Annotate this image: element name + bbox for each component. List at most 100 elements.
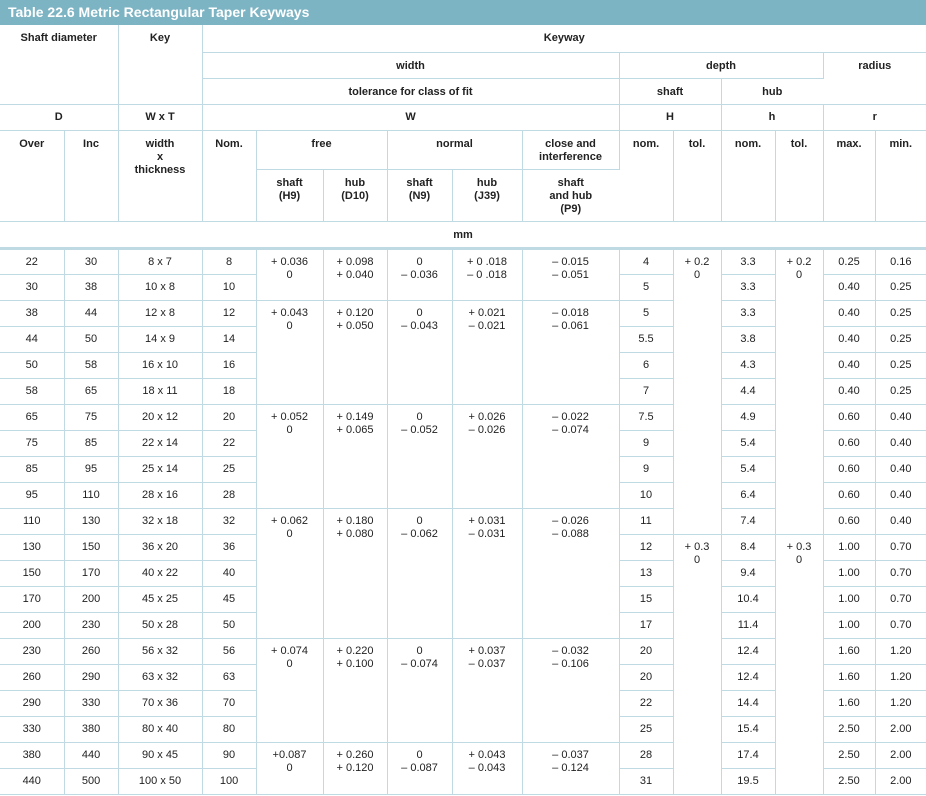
- cell-rmax: 0.40: [823, 326, 876, 353]
- cell-shaft-tol: + 0.2 0: [673, 248, 722, 535]
- tol-p9-line2: – 0.061: [552, 319, 589, 332]
- tol-d10-line2: + 0.080: [336, 527, 374, 540]
- cell-over: 290: [0, 690, 65, 717]
- cell-nom: 50: [202, 612, 257, 639]
- cell-rmin: 1.20: [875, 690, 926, 717]
- cell-key: 90 x 45: [118, 742, 203, 769]
- tol-h9-line1: +0.087: [272, 748, 307, 761]
- tol-j39-line2: – 0.043: [468, 761, 506, 774]
- tol-h9-line2: 0: [286, 527, 293, 540]
- tol-p9-line1: – 0.022: [552, 410, 589, 423]
- table-row: 22 30 8 x 7 8 + 0.036 0 + 0.098 + 0.040 0– 0.036…: [0, 248, 926, 535]
- header-p9-l2: and hub: [549, 189, 593, 202]
- cell-over: 150: [0, 560, 65, 587]
- cell-tol-d10: + 0.120 + 0.050: [323, 300, 388, 405]
- header-d10: hub (D10): [323, 169, 388, 222]
- cell-tol-p9: – 0.018– 0.061: [522, 300, 620, 405]
- cell-nom: 22: [202, 430, 257, 457]
- cell-shaft-depth: 9: [619, 430, 674, 457]
- cell-rmin: 0.70: [875, 560, 926, 587]
- header-radius: radius: [823, 52, 926, 105]
- cell-nom: 8: [202, 248, 257, 275]
- cell-shaft-depth: 5: [619, 274, 674, 301]
- cell-rmin: 0.70: [875, 612, 926, 639]
- tol-d10-line2: + 0.050: [336, 319, 374, 332]
- cell-rmin: 0.40: [875, 404, 926, 431]
- cell-tol-d10: + 0.180 + 0.080: [323, 508, 388, 639]
- header-shaft-tol: tol.: [673, 130, 722, 222]
- cell-inc: 440: [64, 742, 119, 769]
- cell-shaft-depth: 4: [619, 248, 674, 275]
- cell-hub-depth: 3.3: [721, 300, 776, 327]
- header-n9: shaft (N9): [387, 169, 453, 222]
- cell-shaft-depth: 22: [619, 690, 674, 717]
- tol-d10-line1: + 0.180: [336, 514, 374, 527]
- cell-key: 100 x 50: [118, 768, 203, 795]
- cell-inc: 130: [64, 508, 119, 535]
- tol-j39-line2: – 0.021: [468, 319, 506, 332]
- header-inc: Inc: [64, 130, 119, 222]
- cell-nom: 10: [202, 274, 257, 301]
- header-d10-l1: hub: [344, 176, 366, 189]
- cell-nom: 36: [202, 534, 257, 561]
- cell-tol-h9: + 0.074 0: [256, 638, 324, 743]
- cell-shaft-depth: 10: [619, 482, 674, 509]
- cell-rmax: 0.60: [823, 508, 876, 535]
- hub-tol-line1: + 0.3: [786, 540, 812, 553]
- tol-p9-line1: – 0.018: [552, 306, 589, 319]
- cell-rmax: 0.60: [823, 456, 876, 483]
- cell-hub-depth: 12.4: [721, 638, 776, 665]
- header-max: max.: [823, 130, 876, 222]
- cell-shaft-depth: 20: [619, 664, 674, 691]
- tol-p9-line2: – 0.074: [552, 423, 589, 436]
- tol-d10-line1: + 0.260: [336, 748, 374, 761]
- cell-nom: 18: [202, 378, 257, 405]
- header-nom: Nom.: [202, 130, 257, 222]
- cell-shaft-depth: 17: [619, 612, 674, 639]
- cell-nom: 45: [202, 586, 257, 613]
- cell-hub-depth: 11.4: [721, 612, 776, 639]
- cell-nom: 100: [202, 768, 257, 795]
- tol-n9-line2: – 0.087: [401, 761, 438, 774]
- cell-over: 44: [0, 326, 65, 353]
- cell-inc: 85: [64, 430, 119, 457]
- cell-rmax: 1.00: [823, 586, 876, 613]
- cell-hub-depth: 3.8: [721, 326, 776, 353]
- header-key-x: x: [156, 150, 164, 163]
- header-p9: shaft and hub (P9): [522, 169, 620, 222]
- cell-inc: 44: [64, 300, 119, 327]
- header-symbol-D: D: [0, 104, 119, 131]
- cell-rmax: 0.60: [823, 430, 876, 457]
- tol-h9-line2: 0: [286, 423, 293, 436]
- cell-rmin: 0.25: [875, 378, 926, 405]
- cell-rmin: 0.40: [875, 456, 926, 483]
- cell-tol-j39: + 0 .018– 0 .018: [452, 248, 523, 301]
- tol-d10-line2: + 0.065: [336, 423, 374, 436]
- header-width: width: [202, 52, 620, 79]
- keyway-table: Shaft diameter Key Keyway width depth ra…: [0, 25, 926, 795]
- cell-over: 260: [0, 664, 65, 691]
- cell-rmax: 0.40: [823, 378, 876, 405]
- header-j39-l2: (J39): [474, 189, 500, 202]
- cell-tol-p9: – 0.022– 0.074: [522, 404, 620, 509]
- header-h9: shaft (H9): [256, 169, 324, 222]
- cell-tol-j39: + 0.021– 0.021: [452, 300, 523, 405]
- cell-tol-j39: + 0.043– 0.043: [452, 742, 523, 795]
- cell-tol-n9: 0– 0.062: [387, 508, 453, 639]
- cell-nom: 80: [202, 716, 257, 743]
- cell-rmax: 1.60: [823, 690, 876, 717]
- tol-p9-line2: – 0.088: [552, 527, 589, 540]
- cell-inc: 58: [64, 352, 119, 379]
- header-key-width: width: [145, 137, 175, 150]
- cell-hub-depth: 3.3: [721, 274, 776, 301]
- cell-over: 58: [0, 378, 65, 405]
- tol-n9-line2: – 0.074: [401, 657, 438, 670]
- cell-tol-n9: 0– 0.043: [387, 300, 453, 405]
- cell-rmin: 2.00: [875, 716, 926, 743]
- cell-rmin: 2.00: [875, 742, 926, 769]
- cell-over: 65: [0, 404, 65, 431]
- tol-p9-line2: – 0.124: [552, 761, 589, 774]
- tol-p9-line1: – 0.032: [552, 644, 589, 657]
- cell-shaft-depth: 25: [619, 716, 674, 743]
- cell-key: 56 x 32: [118, 638, 203, 665]
